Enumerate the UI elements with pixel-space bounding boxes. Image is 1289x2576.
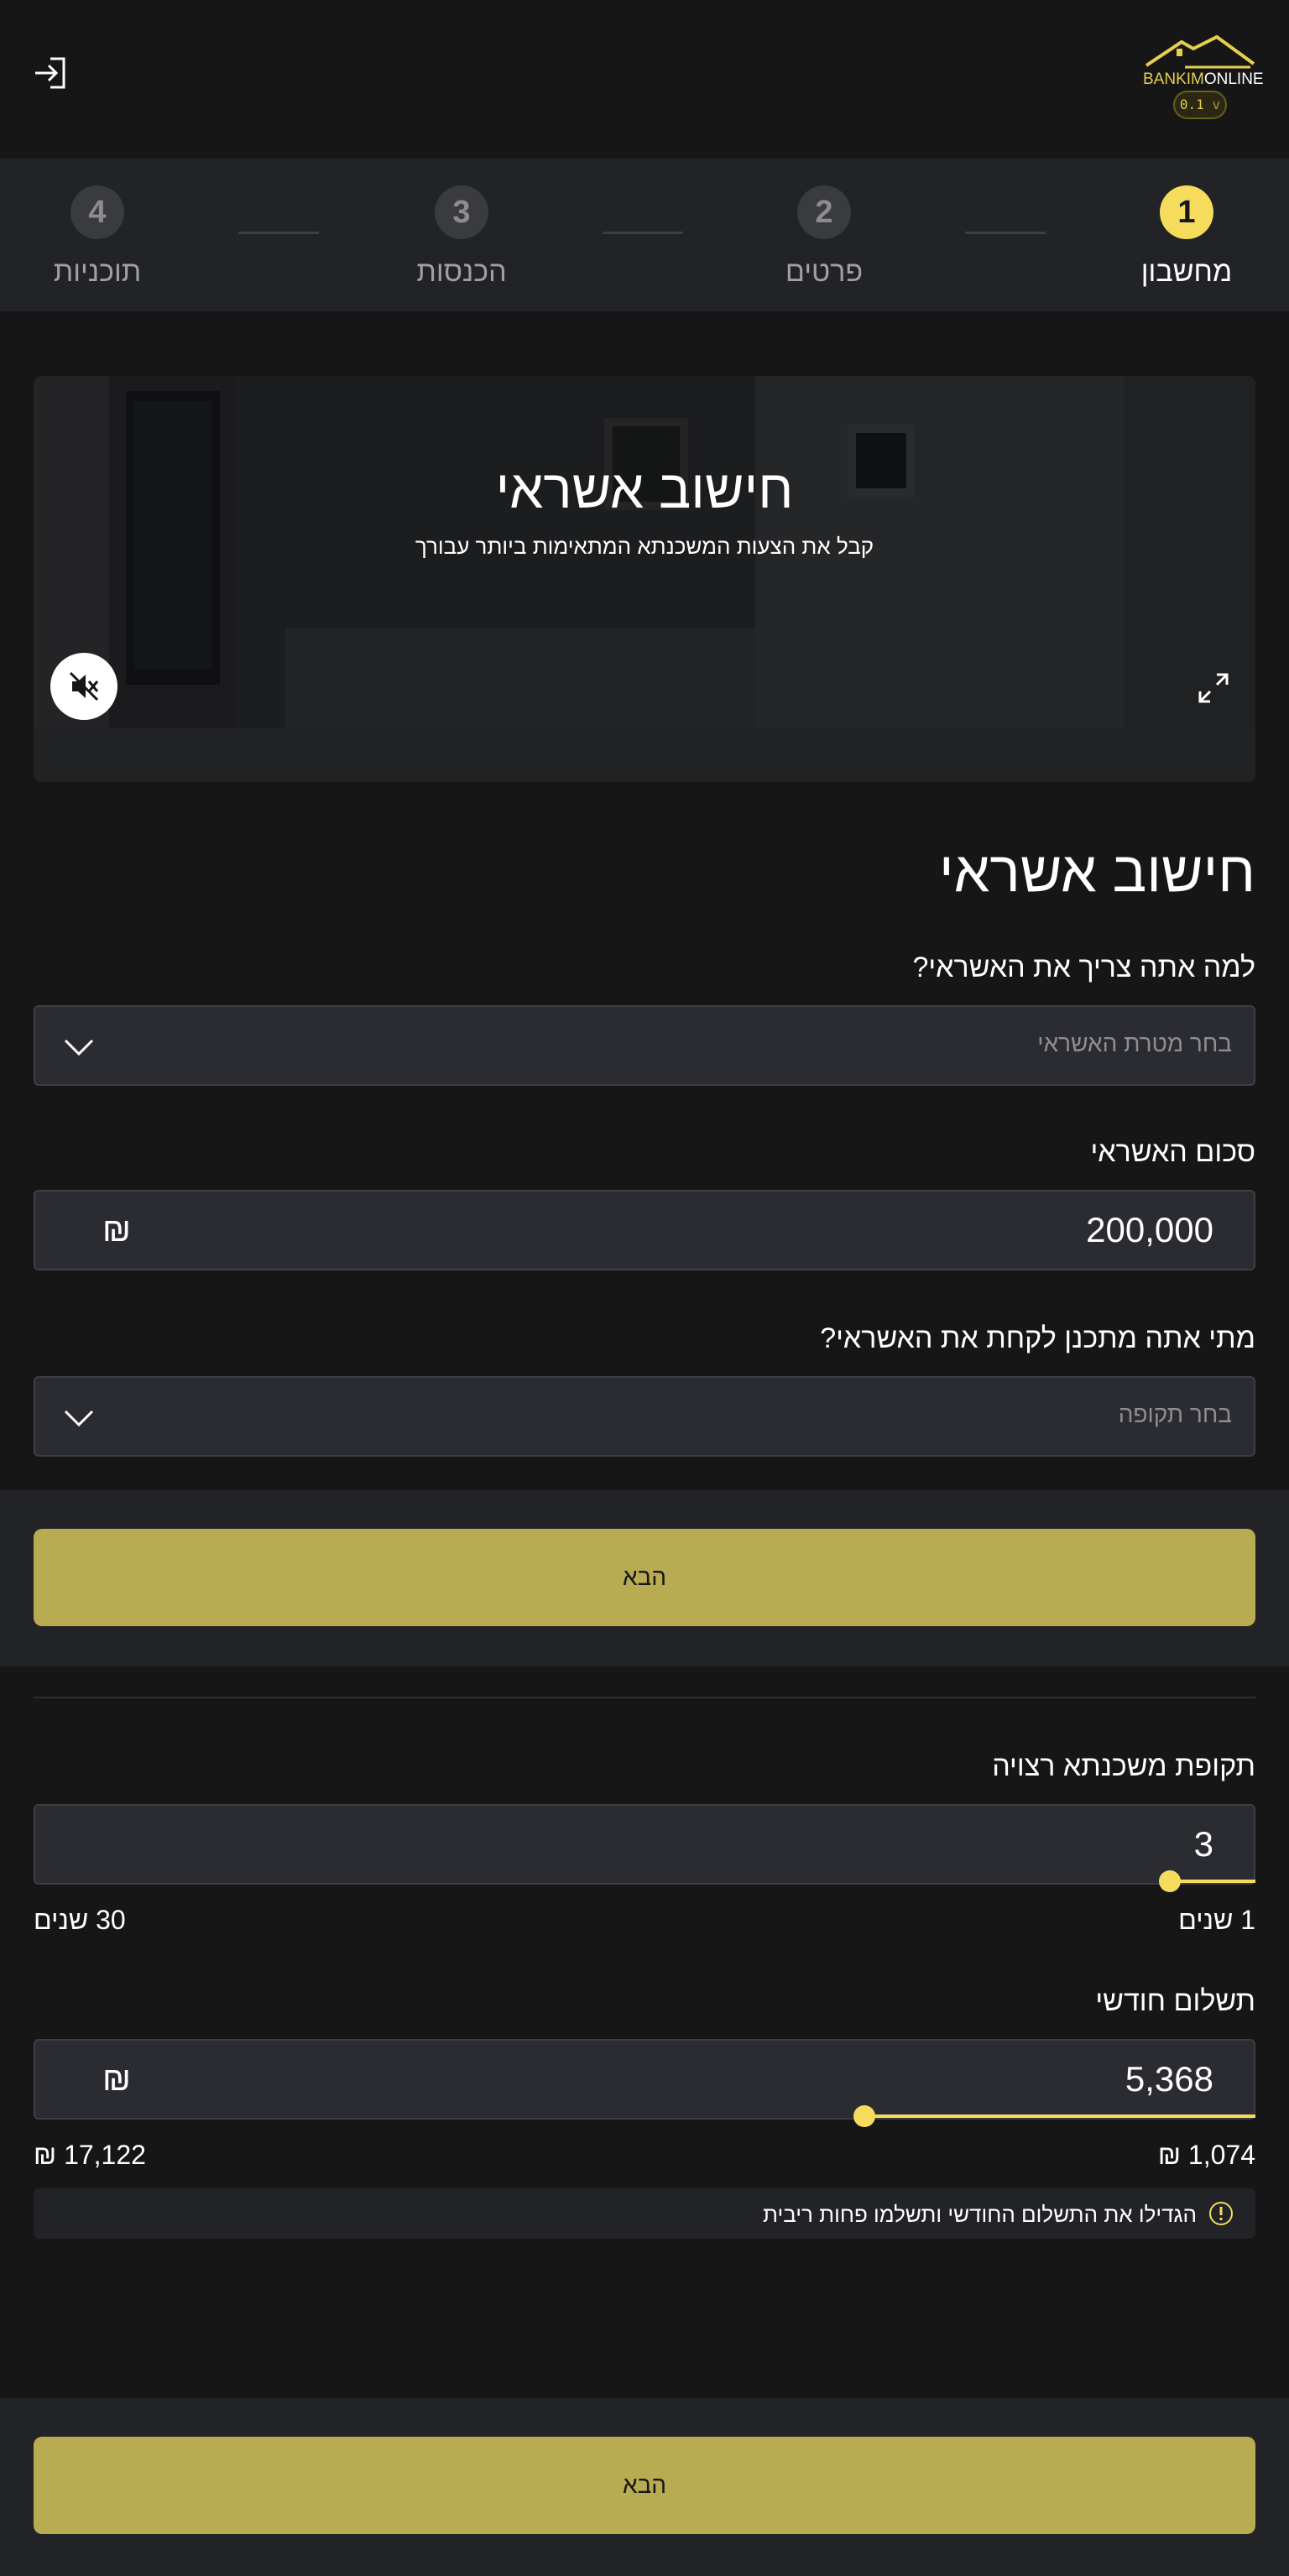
monthly-payment-input[interactable]: 5,368 ₪: [34, 2039, 1255, 2120]
monthly-payment-slider-track[interactable]: [864, 2115, 1255, 2118]
step-connector: [238, 232, 319, 234]
monthly-payment-label: תשלום חודשי: [1095, 1985, 1255, 2017]
logo-brand-part1: BANKIM: [1143, 70, 1204, 88]
info-banner: הגדילו את התשלום החודשי ותשלמו פחות ריבי…: [34, 2188, 1255, 2239]
mute-icon[interactable]: [50, 653, 117, 720]
version-suffix: v: [1212, 96, 1221, 112]
mortgage-period-slider-thumb[interactable]: [1159, 1870, 1182, 1892]
amount-value: 200,000: [1086, 1210, 1213, 1249]
purpose-placeholder: בחר מטרת האשראי: [1037, 1030, 1232, 1056]
purpose-label: למה אתה צריך את האשראי?: [912, 952, 1255, 983]
chevron-down-icon: [64, 1410, 94, 1427]
step-number: 3: [435, 185, 488, 239]
step-programs[interactable]: 4 תוכניות: [13, 185, 181, 295]
monthly-payment-min: 1,074 ₪: [1157, 2140, 1255, 2170]
hero-video[interactable]: חישוב אשראי קבל את הצעות המשכנתא המתאימו…: [34, 376, 1255, 782]
amount-input[interactable]: 200,000 ₪: [34, 1190, 1255, 1270]
mortgage-period-input[interactable]: 3: [34, 1804, 1255, 1885]
version-badge: 0.1 v: [1173, 91, 1227, 119]
info-icon: [1209, 2202, 1233, 2225]
logo-wordmark: BANKIMONLINE: [1143, 70, 1264, 89]
next-button[interactable]: הבא: [34, 1529, 1255, 1626]
info-text: הגדילו את התשלום החודשי ותשלמו פחות ריבי…: [763, 2202, 1197, 2227]
currency-symbol: ₪: [102, 1212, 131, 1249]
monthly-payment-value: 5,368: [1125, 2059, 1213, 2099]
step-income[interactable]: 3 הכנסות: [378, 185, 545, 295]
page-title: חישוב אשראי: [939, 840, 1255, 904]
mortgage-period-label: תקופת משכנתא רצויה: [992, 1750, 1255, 1782]
mortgage-period-min: 1 שנים: [1178, 1905, 1255, 1935]
bankim-logo[interactable]: BANKIMONLINE 0.1 v: [1143, 34, 1264, 126]
version-number: 0.1: [1179, 96, 1204, 112]
step-label: תוכניות: [53, 256, 142, 288]
hero-title: חישוב אשראי: [495, 459, 794, 519]
expand-icon[interactable]: [1195, 670, 1232, 707]
timing-placeholder: בחר תקופה: [1118, 1401, 1232, 1427]
step-connector: [965, 232, 1046, 234]
step-label: פרטים: [785, 256, 864, 288]
footer-next-button[interactable]: הבא: [34, 2437, 1255, 2534]
progress-stepper: 1 מחשבון 2 פרטים 3 הכנסות 4 תוכניות: [0, 160, 1289, 311]
monthly-payment-max: 17,122 ₪: [34, 2140, 146, 2170]
monthly-payment-slider-thumb[interactable]: [853, 2105, 876, 2127]
mortgage-period-value: 3: [1193, 1824, 1213, 1864]
hero-subtitle: קבל את הצעות המשכנתא המתאימות ביותר עבור…: [415, 534, 874, 559]
logo-brand-part2: ONLINE: [1203, 70, 1264, 88]
next-button-bar: הבא: [0, 1490, 1289, 1666]
step-details[interactable]: 2 פרטים: [740, 185, 908, 295]
amount-label: סכום האשראי: [1090, 1136, 1255, 1168]
footer-button-bar: הבא: [0, 2398, 1289, 2576]
mortgage-period-slider-track[interactable]: [1170, 1880, 1255, 1883]
app-header: BANKIMONLINE 0.1 v: [0, 0, 1289, 159]
chevron-down-icon: [64, 1039, 94, 1056]
step-calculator[interactable]: 1 מחשבון: [1103, 185, 1271, 295]
step-connector: [603, 232, 683, 234]
step-label: מחשבון: [1140, 256, 1233, 288]
step-number: 2: [797, 185, 851, 239]
step-number: 4: [70, 185, 124, 239]
hero-background-image: [34, 376, 1255, 782]
timing-select[interactable]: בחר תקופה: [34, 1376, 1255, 1457]
timing-label: מתי אתה מתכנן לקחת את האשראי?: [820, 1322, 1255, 1354]
mortgage-period-max: 30 שנים: [34, 1905, 126, 1935]
step-label: הכנסות: [416, 256, 507, 288]
login-icon[interactable]: [32, 54, 70, 92]
step-number: 1: [1160, 185, 1213, 239]
currency-symbol: ₪: [102, 2061, 131, 2098]
section-divider: [34, 1697, 1255, 1698]
purpose-select[interactable]: בחר מטרת האשראי: [34, 1005, 1255, 1086]
